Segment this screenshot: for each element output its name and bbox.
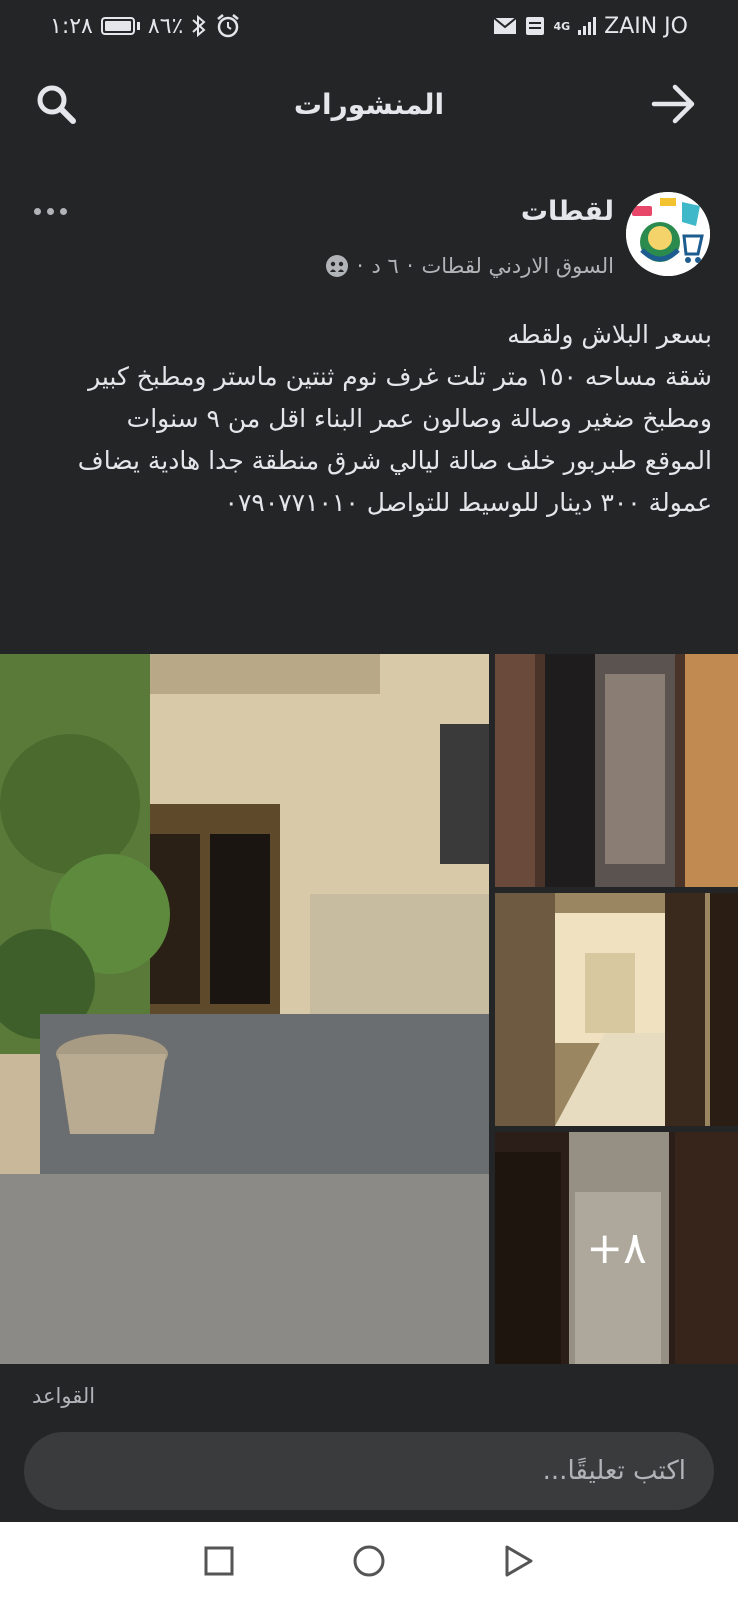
meta-separator: · [356, 254, 364, 278]
photo-apartment-door[interactable]: +٨ [495, 1132, 738, 1364]
back-button[interactable] [650, 80, 698, 128]
more-photos-overlay[interactable]: +٨ [495, 1132, 738, 1364]
more-photos-count: +٨ [586, 1222, 647, 1274]
rules-bar: القواعد [0, 1366, 738, 1432]
system-nav-bar [0, 1522, 738, 1600]
system-back-button[interactable] [499, 1541, 539, 1581]
post-time: ٦ د [371, 254, 399, 278]
post-line: شقة مساحه ١٥٠ متر تلت غرف نوم ثنتين ماست… [88, 362, 712, 433]
meta-separator: · [406, 254, 414, 278]
mail-icon [493, 17, 518, 34]
elevator-image [495, 654, 738, 887]
post-meta: السوق الاردني لقطات · ٦ د · [325, 254, 614, 278]
app-header: المنشورات [0, 66, 738, 142]
battery-icon [100, 17, 135, 35]
status-right: 4G ZAIN JO [493, 14, 688, 39]
more-dot [60, 207, 67, 215]
signal-icon [578, 17, 597, 35]
photo-gallery: +٨ [0, 654, 738, 1364]
building-entrance-image [0, 654, 489, 1364]
rules-link[interactable]: القواعد [32, 1384, 95, 1408]
arrow-right-icon [651, 84, 695, 124]
logo-image [626, 192, 710, 276]
status-bar: ١:٢٨ ٨٦٪ 4G ZAIN JO [0, 0, 738, 52]
square-icon [204, 1546, 234, 1576]
triangle-back-icon [505, 1545, 533, 1577]
post-line: بسعر البلاش ولقطه [507, 320, 712, 349]
post-body: بسعر البلاش ولقطه شقة مساحه ١٥٠ متر تلت … [24, 314, 712, 524]
search-icon [37, 85, 76, 124]
battery-tip [136, 22, 140, 30]
notification-icon [526, 17, 545, 35]
photo-hallway[interactable] [495, 893, 738, 1126]
status-left: ١:٢٨ ٨٦٪ [50, 13, 241, 39]
post-line: الموقع طبربور خلف صالة ليالي شرق منطقة ج… [77, 446, 712, 517]
carrier-name: ZAIN JO [604, 13, 688, 39]
home-button[interactable] [349, 1541, 389, 1581]
more-dot [34, 207, 41, 215]
group-name[interactable]: السوق الاردني لقطات [421, 254, 614, 278]
comment-input[interactable] [52, 1456, 686, 1486]
network-type: 4G [553, 19, 571, 33]
post-header: لقطات السوق الاردني لقطات · ٦ د · [0, 192, 738, 292]
bluetooth-icon [192, 14, 206, 38]
recents-button[interactable] [199, 1541, 239, 1581]
more-dot [47, 207, 54, 215]
battery-percent: ٨٦٪ [147, 13, 184, 39]
group-icon [325, 255, 348, 277]
more-options-button[interactable] [34, 198, 80, 224]
photo-building-entrance[interactable] [0, 654, 489, 1364]
page-avatar[interactable] [626, 192, 710, 276]
comment-box[interactable] [24, 1432, 714, 1510]
search-button[interactable] [32, 80, 80, 128]
page-name[interactable]: لقطات [521, 196, 614, 227]
status-time: ١:٢٨ [50, 13, 93, 39]
photo-elevator[interactable] [495, 654, 738, 887]
alarm-icon [217, 14, 240, 38]
circle-icon [353, 1545, 385, 1577]
hallway-image [495, 893, 738, 1126]
page-title: المنشورات [293, 87, 445, 121]
